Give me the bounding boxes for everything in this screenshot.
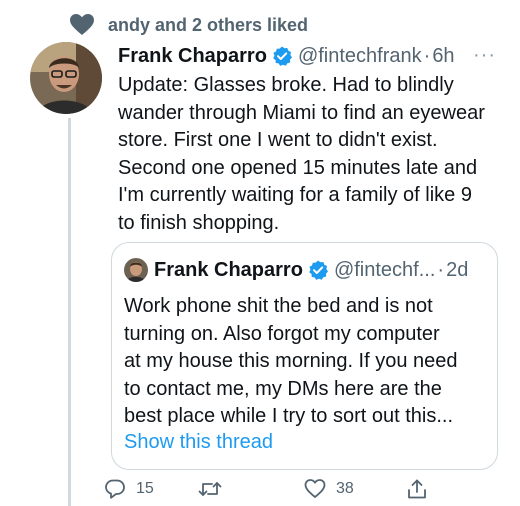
separator-dot: ·	[423, 44, 431, 67]
like-count: 38	[336, 480, 354, 497]
author-handle[interactable]: @fintechfrank	[298, 45, 422, 68]
verified-badge-icon	[272, 46, 292, 66]
quoted-tweet-text: Work phone shit the bed and is not turni…	[124, 293, 484, 431]
social-context-text: andy and 2 others liked	[108, 14, 309, 35]
tweet-text-line: wander through Miami to find an eyewear	[118, 101, 485, 124]
tweet-text-line: store. First one I went to didn't exist.	[118, 129, 438, 151]
retweet-icon	[198, 478, 222, 500]
retweet-button[interactable]	[198, 478, 232, 500]
quoted-text-line: Work phone shit the bed and is not	[124, 295, 433, 317]
quoted-text-line: at my house this morning. If you need	[124, 350, 458, 372]
tweet-text-line: Update: Glasses broke. Had to blindly	[118, 74, 454, 96]
avatar[interactable]	[30, 42, 102, 114]
reply-button[interactable]: 15	[104, 478, 154, 500]
tweet-text: Update: Glasses broke. Had to blindly wa…	[118, 72, 498, 237]
quoted-tweet-header: Frank Chaparro @fintechf... · 2d	[124, 257, 468, 283]
quoted-author-handle[interactable]: @fintechf...	[334, 259, 435, 282]
verified-badge-icon	[308, 260, 328, 280]
share-icon	[406, 478, 428, 500]
quoted-timestamp[interactable]: 2d	[446, 259, 468, 282]
heart-outline-icon	[304, 478, 326, 500]
heart-icon	[70, 14, 94, 36]
quoted-author-name[interactable]: Frank Chaparro	[154, 259, 303, 282]
author-name[interactable]: Frank Chaparro	[118, 45, 267, 68]
quoted-text-line: turning on. Also forgot my computer	[124, 322, 440, 345]
quoted-text-line: best place while I try to sort out this.…	[124, 405, 454, 427]
tweet-actions: 15 38	[104, 478, 444, 504]
tweet-text-line: I'm currently waiting for a family of li…	[118, 184, 472, 206]
social-context[interactable]: andy and 2 others liked	[70, 12, 308, 38]
tweet-text-line: Second one opened 15 minutes late and	[118, 156, 478, 179]
show-thread-link[interactable]: Show this thread	[124, 431, 273, 454]
quoted-tweet[interactable]: Frank Chaparro @fintechf... · 2d Work ph…	[111, 242, 498, 470]
quoted-avatar[interactable]	[124, 258, 148, 282]
tweet-text-line: to finish shopping.	[118, 211, 280, 234]
timestamp[interactable]: 6h	[432, 45, 454, 68]
separator-dot: ·	[437, 258, 445, 281]
like-button[interactable]: 38	[304, 478, 354, 500]
reply-count: 15	[136, 480, 154, 497]
share-button[interactable]	[406, 478, 428, 500]
tweet-header: Frank Chaparro @fintechfrank · 6h ···	[118, 42, 506, 70]
reply-icon	[104, 478, 126, 500]
thread-line	[68, 118, 71, 506]
quoted-text-line: to contact me, my DMs here are the	[124, 377, 442, 400]
more-options-icon[interactable]: ···	[473, 44, 496, 67]
